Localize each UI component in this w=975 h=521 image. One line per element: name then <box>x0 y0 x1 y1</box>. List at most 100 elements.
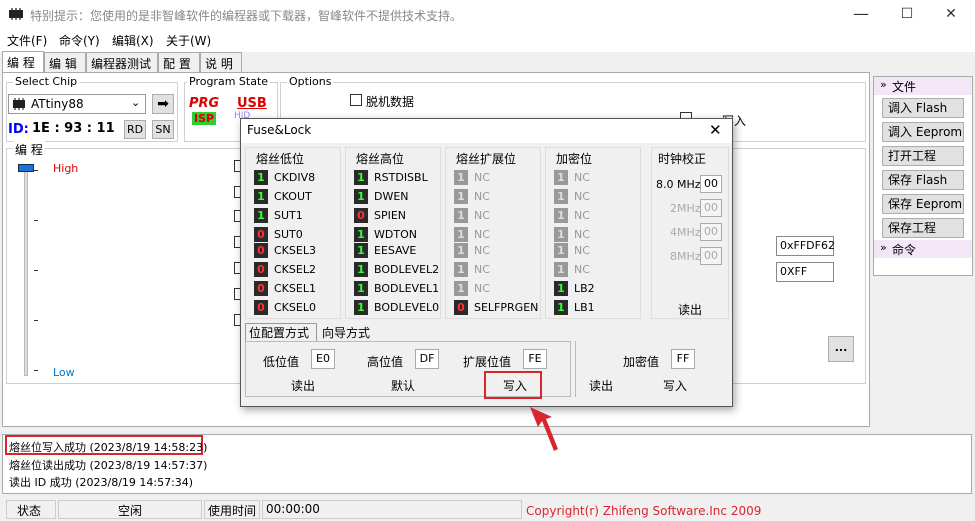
fuse-low-column: 熔丝低位 1 CKDIV8 1 CKOUT 1 SUT1 0 SUT0 0 CKSEL3 … <box>245 147 341 319</box>
tab-program[interactable]: 编 程 <box>2 51 44 73</box>
log-line: 熔丝位写入成功 (2023/8/19 14:58:23) <box>9 441 208 454</box>
fuse-low-header: 熔丝低位 <box>256 152 305 166</box>
save-flash-button[interactable]: 保存 Flash <box>882 170 964 190</box>
chip-select[interactable]: ATtiny88 ⌄ <box>8 94 146 114</box>
lock-value-field[interactable]: FF <box>671 349 695 369</box>
fuse-bit-label: SUT1 <box>274 209 303 222</box>
fuse-bit-label: CKSEL3 <box>274 244 316 257</box>
fuse-bit-label: NC <box>474 228 490 241</box>
subtab-bit-config[interactable]: 位配置方式 <box>245 323 317 341</box>
arrow-right-icon: ➡ <box>157 96 169 112</box>
maximize-button[interactable]: ☐ <box>884 0 930 30</box>
fuse-bit-toggle[interactable]: 0 <box>254 227 268 242</box>
chip-select-value: ATtiny88 <box>31 97 84 111</box>
lock-bit-toggle: 1 <box>554 262 568 277</box>
rd-button[interactable]: RD <box>124 120 146 139</box>
lock-value-field[interactable]: 0XFF <box>776 262 834 282</box>
clock-label: 8MHz <box>670 250 701 263</box>
fuse-bit-toggle[interactable]: 0 <box>254 281 268 296</box>
fuse-bit-label: CKSEL2 <box>274 263 316 276</box>
fuse-bit-label: BODLEVEL2 <box>374 263 440 276</box>
fuse-bit-toggle[interactable]: 1 <box>354 243 368 258</box>
high-value-field[interactable]: DF <box>415 349 439 369</box>
clock-read-button[interactable]: 读出 <box>678 301 702 318</box>
offline-label: 脱机数据 <box>366 95 415 109</box>
menu-command[interactable]: 命令(Y) <box>59 32 100 49</box>
ext-value-field[interactable]: FE <box>523 349 547 369</box>
menu-edit[interactable]: 编辑(X) <box>112 32 154 49</box>
lock-bit-label: LB2 <box>574 282 595 295</box>
fuse-bit-toggle[interactable]: 1 <box>354 300 368 315</box>
lock-read-button[interactable]: 读出 <box>589 377 613 394</box>
fuse-value-field[interactable]: 0xFFDF62 <box>776 236 835 256</box>
low-value-label: 低位值 <box>263 355 300 369</box>
more-button[interactable]: ... <box>828 336 854 362</box>
prg-label: PRG <box>189 96 220 111</box>
fuse-bit-toggle[interactable]: 1 <box>254 208 268 223</box>
open-project-button[interactable]: 打开工程 <box>882 146 964 166</box>
command-header-label: 命令 <box>892 243 917 257</box>
annotation-arrow-icon <box>530 407 558 451</box>
subtab-wizard[interactable]: 向导方式 <box>319 324 379 341</box>
fuse-bit-label: EESAVE <box>374 244 417 257</box>
fuse-bit-toggle[interactable]: 0 <box>454 300 468 315</box>
fuse-bit-label: SPIEN <box>374 209 407 222</box>
fuse-bit-toggle: 1 <box>454 262 468 277</box>
menu-about[interactable]: 关于(W) <box>166 32 211 49</box>
save-eeprom-button[interactable]: 保存 Eeprom <box>882 194 964 214</box>
lock-bits-column: 加密位 1 NC 1 NC 1 NC 1 NC 1 NC 1 NC 1 LB2 1 LB1 <box>545 147 641 319</box>
load-eeprom-button[interactable]: 调入 Eeprom <box>882 122 964 142</box>
fuse-read-button[interactable]: 读出 <box>291 377 315 394</box>
fuse-bit-toggle[interactable]: 1 <box>254 189 268 204</box>
window-title: 特别提示：您使用的是非智峰软件的编程器或下载器，智峰软件不提供技术支持。 <box>30 9 463 23</box>
lock-bit-toggle[interactable]: 1 <box>554 300 568 315</box>
clock-label: 8.0 MHz <box>656 178 701 191</box>
lock-write-button[interactable]: 写入 <box>663 377 687 394</box>
low-value-field[interactable]: E0 <box>311 349 335 369</box>
fuse-bit-toggle[interactable]: 1 <box>354 262 368 277</box>
chevron-down-icon: ⌄ <box>131 96 141 109</box>
ext-value-label: 扩展位值 <box>463 355 512 369</box>
fuse-bit-toggle[interactable]: 1 <box>354 170 368 185</box>
load-flash-button[interactable]: 调入 Flash <box>882 98 964 118</box>
fuse-bit-toggle[interactable]: 1 <box>354 189 368 204</box>
options-label: Options <box>287 75 334 88</box>
fuse-write-button[interactable]: 写入 <box>503 377 527 394</box>
fuse-bit-toggle: 1 <box>454 243 468 258</box>
tab-programmer-test[interactable]: 编程器测试 <box>86 52 158 73</box>
close-button[interactable]: ✕ <box>928 0 974 30</box>
fuse-bit-label: CKOUT <box>274 190 312 203</box>
go-arrow-button[interactable]: ➡ <box>152 94 174 114</box>
fuse-bit-label: SUT0 <box>274 228 303 241</box>
lock-bit-toggle[interactable]: 1 <box>554 281 568 296</box>
dialog-close-button[interactable]: ✕ <box>709 121 722 139</box>
clock-value-field[interactable]: 00 <box>700 175 722 193</box>
fuse-bit-toggle[interactable]: 1 <box>254 170 268 185</box>
level-slider[interactable] <box>12 160 42 380</box>
fuse-bit-toggle[interactable]: 0 <box>254 243 268 258</box>
command-header[interactable]: » 命令 <box>874 240 972 258</box>
lock-value-label: 加密值 <box>623 355 660 369</box>
clock-header: 时钟校正 <box>658 152 707 166</box>
id-label: ID: <box>8 122 29 137</box>
lock-bit-toggle: 1 <box>554 208 568 223</box>
save-project-button[interactable]: 保存工程 <box>882 218 964 238</box>
id-value: 1E : 93 : 11 <box>32 121 115 136</box>
fuse-bit-label: CKSEL0 <box>274 301 316 314</box>
fuse-bit-toggle[interactable]: 0 <box>254 300 268 315</box>
minimize-button[interactable]: — <box>838 0 884 30</box>
tab-config[interactable]: 配 置 <box>158 52 200 73</box>
fuse-bit-label: NC <box>474 263 490 276</box>
menu-file[interactable]: 文件(F) <box>7 32 47 49</box>
fuse-default-button[interactable]: 默认 <box>391 377 415 394</box>
fuse-bit-toggle[interactable]: 0 <box>354 208 368 223</box>
fuse-bit-toggle[interactable]: 1 <box>354 227 368 242</box>
high-label: High <box>53 162 79 175</box>
tab-help[interactable]: 说 明 <box>200 52 242 73</box>
status-value: 空闲 <box>118 504 143 518</box>
fuse-bit-toggle[interactable]: 1 <box>354 281 368 296</box>
offline-checkbox[interactable] <box>350 94 362 106</box>
sn-button[interactable]: SN <box>152 120 174 139</box>
tab-edit[interactable]: 编 辑 <box>44 52 86 73</box>
fuse-bit-toggle[interactable]: 0 <box>254 262 268 277</box>
